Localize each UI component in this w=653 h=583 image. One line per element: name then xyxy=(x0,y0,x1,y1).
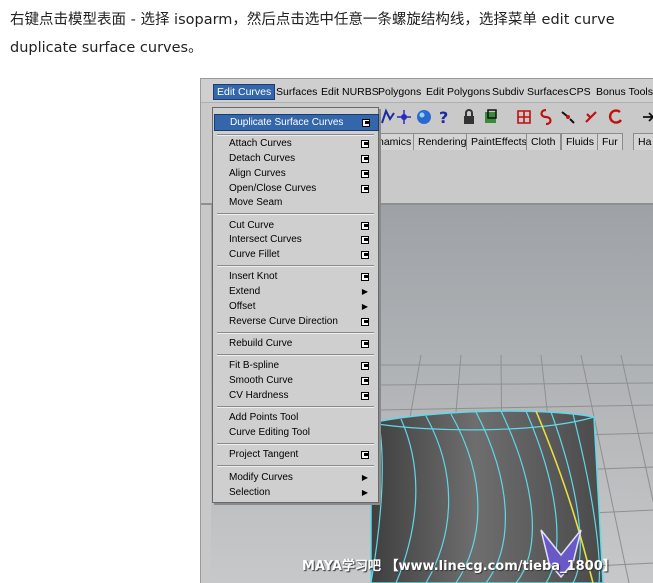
option-box-icon[interactable] xyxy=(361,377,369,385)
option-box-icon[interactable] xyxy=(361,140,369,148)
menu-separator xyxy=(217,406,374,408)
cluster-icon[interactable] xyxy=(536,107,556,127)
shelf-arrow-icon[interactable] xyxy=(639,107,653,127)
lattice-icon[interactable] xyxy=(514,107,534,127)
tab-dynamics[interactable]: namics xyxy=(373,133,417,150)
menu-separator xyxy=(217,354,374,356)
menu-item-offset[interactable]: Offset ▶ xyxy=(214,299,377,314)
menu-polygons[interactable]: Polygons xyxy=(375,85,424,99)
menu-cps[interactable]: CPS xyxy=(566,85,594,99)
tab-rendering[interactable]: Rendering xyxy=(413,133,472,150)
option-box-icon[interactable] xyxy=(361,340,369,348)
deformer-icon[interactable] xyxy=(481,107,501,127)
tab-fluids[interactable]: Fluids xyxy=(561,133,600,150)
menu-separator xyxy=(217,265,374,267)
menu-item-intersect-curves[interactable]: Intersect Curves xyxy=(214,232,377,247)
menu-item-open-close-curves[interactable]: Open/Close Curves xyxy=(214,181,377,196)
menu-subdiv-surfaces[interactable]: Subdiv Surfaces xyxy=(489,85,571,99)
menu-item-selection[interactable]: Selection ▶ xyxy=(214,485,377,500)
tab-painteffects[interactable]: PaintEffects xyxy=(466,133,532,150)
option-box-icon[interactable] xyxy=(361,185,369,193)
menu-bonus-tools[interactable]: Bonus Tools xyxy=(593,85,653,99)
menu-item-move-seam[interactable]: Move Seam xyxy=(214,195,377,210)
tab-cloth[interactable]: Cloth xyxy=(526,133,561,150)
option-box-icon[interactable] xyxy=(361,451,369,459)
menu-item-insert-knot[interactable]: Insert Knot xyxy=(214,269,377,284)
menu-item-smooth-curve[interactable]: Smooth Curve xyxy=(214,373,377,388)
submenu-arrow-icon: ▶ xyxy=(361,473,368,482)
menu-item-extend[interactable]: Extend ▶ xyxy=(214,284,377,299)
menu-separator xyxy=(217,332,374,334)
option-box-icon[interactable] xyxy=(361,222,369,230)
menu-edit-curves[interactable]: Edit Curves xyxy=(213,84,276,100)
main-menubar: Edit Curves Surfaces Edit NURBS Polygons… xyxy=(201,79,653,103)
menu-item-add-points-tool[interactable]: Add Points Tool xyxy=(214,410,377,425)
menu-separator xyxy=(217,465,374,467)
menu-item-curve-editing-tool[interactable]: Curve Editing Tool xyxy=(214,425,377,440)
submenu-arrow-icon: ▶ xyxy=(361,287,368,296)
menu-item-reverse-curve-direction[interactable]: Reverse Curve Direction xyxy=(214,314,377,329)
menu-item-fit-b-spline[interactable]: Fit B-spline xyxy=(214,358,377,373)
option-box-icon[interactable] xyxy=(361,392,369,400)
tab-fur[interactable]: Fur xyxy=(597,133,623,150)
tutorial-line-1: 右键点击模型表面 - 选择 isoparm，然后点击选中任意一条螺旋结构线，选择… xyxy=(10,12,615,28)
option-box-icon[interactable] xyxy=(361,236,369,244)
wire-tool-icon[interactable] xyxy=(582,107,602,127)
option-box-icon[interactable] xyxy=(361,273,369,281)
menu-item-modify-curves[interactable]: Modify Curves ▶ xyxy=(214,470,377,485)
option-box-icon[interactable] xyxy=(361,155,369,163)
help-icon[interactable]: ? xyxy=(434,107,454,127)
svg-text:?: ? xyxy=(439,108,448,127)
menu-edit-polygons[interactable]: Edit Polygons xyxy=(423,85,493,99)
option-box-icon[interactable] xyxy=(362,119,370,127)
sculpt-icon[interactable] xyxy=(606,107,626,127)
submenu-arrow-icon: ▶ xyxy=(361,488,368,497)
option-box-icon[interactable] xyxy=(361,170,369,178)
menu-edit-nurbs[interactable]: Edit NURBS xyxy=(318,85,382,99)
bend-icon[interactable] xyxy=(558,107,578,127)
menu-item-rebuild-curve[interactable]: Rebuild Curve xyxy=(214,336,377,351)
menu-separator xyxy=(217,213,374,215)
menu-item-attach-curves[interactable]: Attach Curves xyxy=(214,136,377,151)
menu-item-cv-hardness[interactable]: CV Hardness xyxy=(214,388,377,403)
option-box-icon[interactable] xyxy=(361,251,369,259)
menu-separator xyxy=(217,443,374,445)
sphere-icon[interactable] xyxy=(414,107,434,127)
tutorial-text: 右键点击模型表面 - 选择 isoparm，然后点击选中任意一条螺旋结构线，选择… xyxy=(10,6,650,62)
tab-hair[interactable]: Ha xyxy=(633,133,653,150)
menu-item-detach-curves[interactable]: Detach Curves xyxy=(214,151,377,166)
menu-item-duplicate-surface-curves[interactable]: Duplicate Surface Curves xyxy=(214,114,379,131)
particle-icon[interactable] xyxy=(394,107,414,127)
lock-icon[interactable] xyxy=(459,107,479,127)
option-box-icon[interactable] xyxy=(361,318,369,326)
menu-item-curve-fillet[interactable]: Curve Fillet xyxy=(214,247,377,262)
menu-item-project-tangent[interactable]: Project Tangent xyxy=(214,447,377,462)
option-box-icon[interactable] xyxy=(361,362,369,370)
menu-item-align-curves[interactable]: Align Curves xyxy=(214,166,377,181)
menu-surfaces[interactable]: Surfaces xyxy=(273,85,320,99)
edit-curves-menu: Duplicate Surface Curves Attach Curves D… xyxy=(212,107,379,503)
menu-item-cut-curve[interactable]: Cut Curve xyxy=(214,218,377,233)
tutorial-line-2: duplicate surface curves。 xyxy=(10,40,203,56)
watermark-text: MAYA学习吧 【www.linecg.com/tieba_1800】 xyxy=(302,559,616,574)
submenu-arrow-icon: ▶ xyxy=(361,302,368,311)
